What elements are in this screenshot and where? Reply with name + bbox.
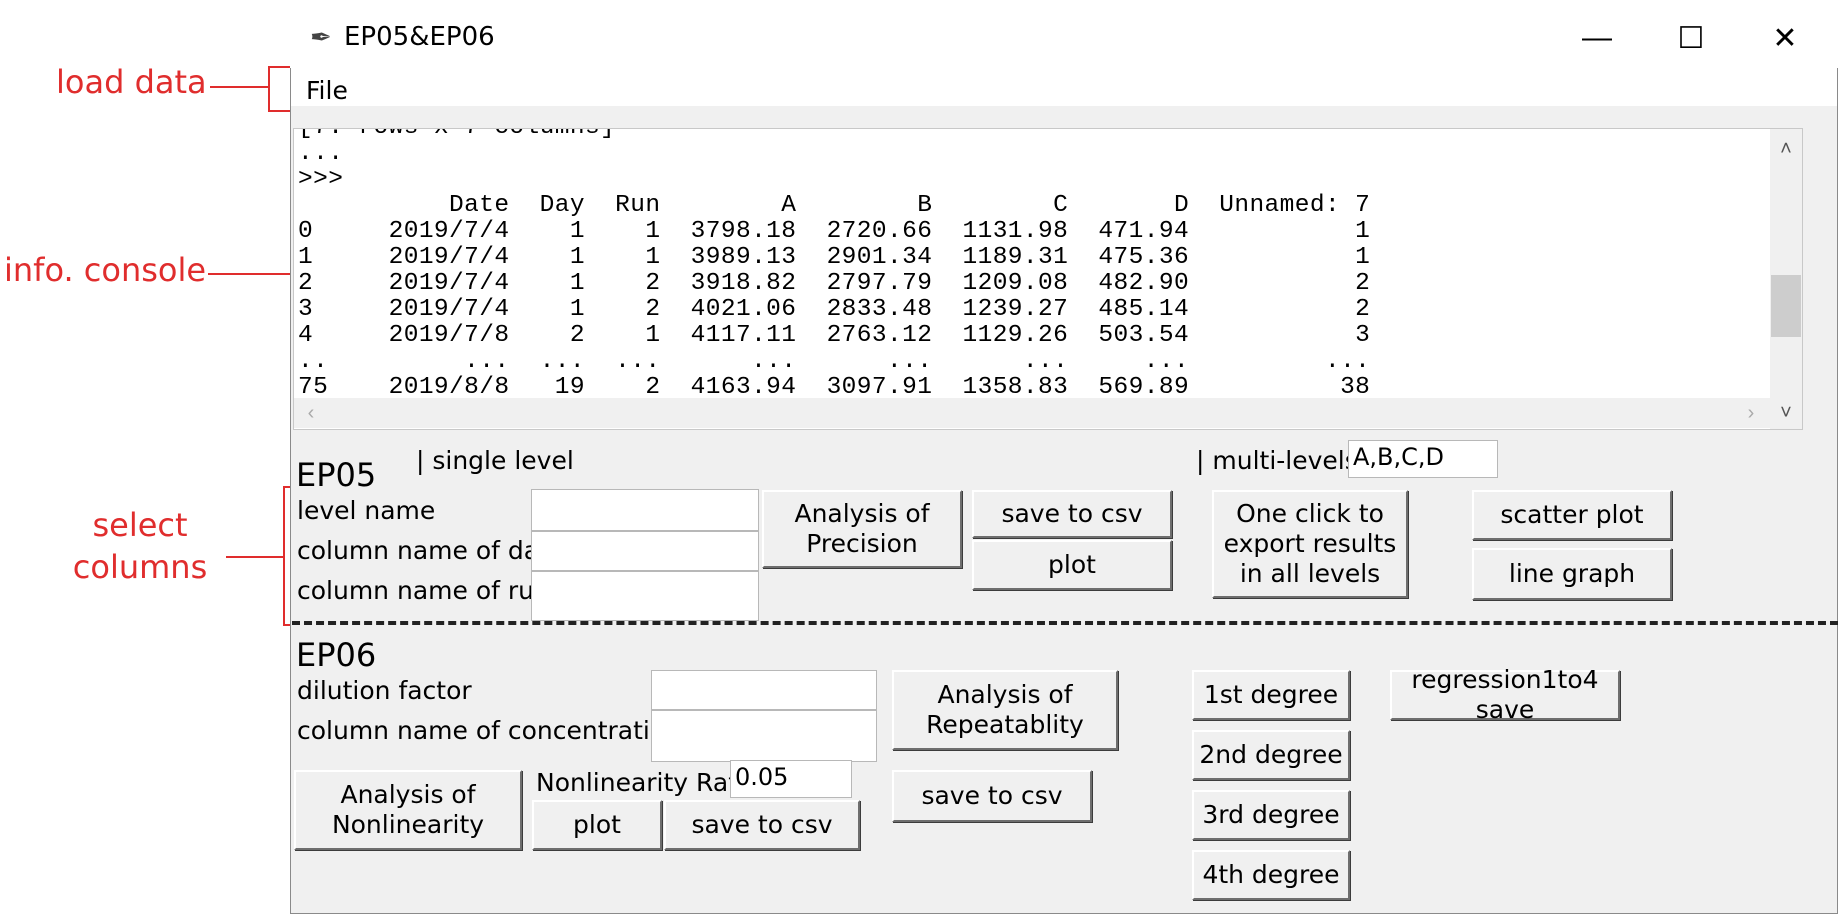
console-line: 2 2019/7/4 1 2 3918.82 2797.79 1209.08 4… xyxy=(298,270,1371,297)
multi-levels-label: | multi-levels xyxy=(1196,446,1358,475)
feather-icon: ✒ xyxy=(310,22,332,52)
scatter-plot-button[interactable]: scatter plot xyxy=(1472,490,1672,540)
console-line: 3 2019/7/4 1 2 4021.06 2833.48 1239.27 4… xyxy=(298,296,1371,323)
console-text: [7. rows x 7 columns] ... >>> Date Day R… xyxy=(294,129,1802,401)
dilution-factor-value xyxy=(652,671,876,675)
scroll-left-icon[interactable]: ‹ xyxy=(296,398,326,428)
console-line: 1 2019/7/4 1 1 3989.13 2901.34 1189.31 4… xyxy=(298,244,1371,271)
dilution-factor-label: dilution factor xyxy=(297,676,472,705)
ep05-save-csv-button[interactable]: save to csv xyxy=(972,490,1172,538)
level-name-value xyxy=(532,490,758,494)
annotation-connector xyxy=(210,86,270,88)
column-day-label: column name of day xyxy=(297,536,554,565)
ep05-plot-button[interactable]: plot xyxy=(972,540,1172,590)
multi-levels-value: A,B,C,D xyxy=(1353,443,1445,471)
third-degree-button[interactable]: 3rd degree xyxy=(1192,790,1350,840)
analysis-precision-button[interactable]: Analysis of Precision xyxy=(762,490,962,568)
console-line: >>> xyxy=(298,166,344,193)
console-line: [7. rows x 7 columns] xyxy=(298,129,615,141)
single-level-label: | single level xyxy=(416,446,574,475)
ep06-title: EP06 xyxy=(296,636,377,674)
minimize-icon[interactable]: — xyxy=(1550,8,1644,68)
level-name-input[interactable] xyxy=(531,489,759,531)
analysis-repeatability-button[interactable]: Analysis of Repeatablity xyxy=(892,670,1118,750)
maximize-icon[interactable]: ☐ xyxy=(1644,8,1738,68)
nonlinearity-rate-input[interactable]: 0.05 xyxy=(730,760,852,798)
column-run-input[interactable] xyxy=(531,571,759,621)
scroll-up-icon[interactable]: ˄ xyxy=(1771,134,1801,164)
ep06-save-csv-bottom-button[interactable]: save to csv xyxy=(664,800,860,850)
multi-levels-input[interactable]: A,B,C,D xyxy=(1348,440,1498,478)
annotation-load-data: load data xyxy=(56,63,207,101)
scrollbar-thumb[interactable] xyxy=(1771,275,1801,337)
fourth-degree-button[interactable]: 4th degree xyxy=(1192,850,1350,900)
annotation-select-columns: select columns xyxy=(72,506,208,586)
horizontal-scrollbar[interactable] xyxy=(294,398,1770,428)
section-divider xyxy=(292,621,1838,625)
column-concentration-value xyxy=(652,711,876,715)
nonlinearity-rate-value: 0.05 xyxy=(735,763,789,791)
column-day-input[interactable] xyxy=(531,531,759,571)
ep05-title: EP05 xyxy=(296,456,377,494)
annotation-info-console: info. console xyxy=(4,251,207,289)
regression-save-button[interactable]: regression1to4 save xyxy=(1390,665,1620,724)
console-line: 75 2019/8/8 19 2 4163.94 3097.91 1358.83… xyxy=(298,374,1371,401)
level-name-label: level name xyxy=(297,496,436,525)
scroll-right-icon[interactable]: › xyxy=(1736,398,1766,428)
analysis-nonlinearity-button[interactable]: Analysis of Nonlinearity xyxy=(294,770,522,850)
annotation-connector xyxy=(208,273,292,275)
console-line: Date Day Run A B C D Unnamed: 7 xyxy=(449,192,1371,219)
info-console[interactable]: [7. rows x 7 columns] ... >>> Date Day R… xyxy=(293,128,1803,430)
console-line: 4 2019/7/8 2 1 4117.11 2763.12 1129.26 5… xyxy=(298,322,1371,349)
window-title: EP05&EP06 xyxy=(344,22,495,52)
one-click-export-button[interactable]: One click to export results in all level… xyxy=(1212,490,1408,598)
console-line: .. ... ... ... ... ... ... ... ... xyxy=(298,348,1371,375)
second-degree-button[interactable]: 2nd degree xyxy=(1192,730,1350,780)
annotation-connector xyxy=(226,556,284,558)
column-run-label: column name of run xyxy=(297,576,550,605)
column-day-value xyxy=(532,532,758,536)
dilution-factor-input[interactable] xyxy=(651,670,877,710)
column-run-value xyxy=(532,572,758,576)
scroll-down-icon[interactable]: ˅ xyxy=(1771,398,1801,428)
ep06-plot-button[interactable]: plot xyxy=(532,800,662,850)
nonlinearity-rate-label: Nonlinearity Rate xyxy=(536,768,754,797)
first-degree-button[interactable]: 1st degree xyxy=(1192,670,1350,720)
column-concentration-input[interactable] xyxy=(651,710,877,762)
close-icon[interactable]: ✕ xyxy=(1738,8,1832,68)
menu-file[interactable]: File xyxy=(306,76,348,105)
line-graph-button[interactable]: line graph xyxy=(1472,548,1672,600)
column-concentration-label: column name of concentration xyxy=(297,716,682,745)
console-line: 0 2019/7/4 1 1 3798.18 2720.66 1131.98 4… xyxy=(298,218,1371,245)
ep06-save-csv-button[interactable]: save to csv xyxy=(892,770,1092,822)
console-line: ... xyxy=(298,140,344,167)
menu-bar xyxy=(291,68,1837,106)
